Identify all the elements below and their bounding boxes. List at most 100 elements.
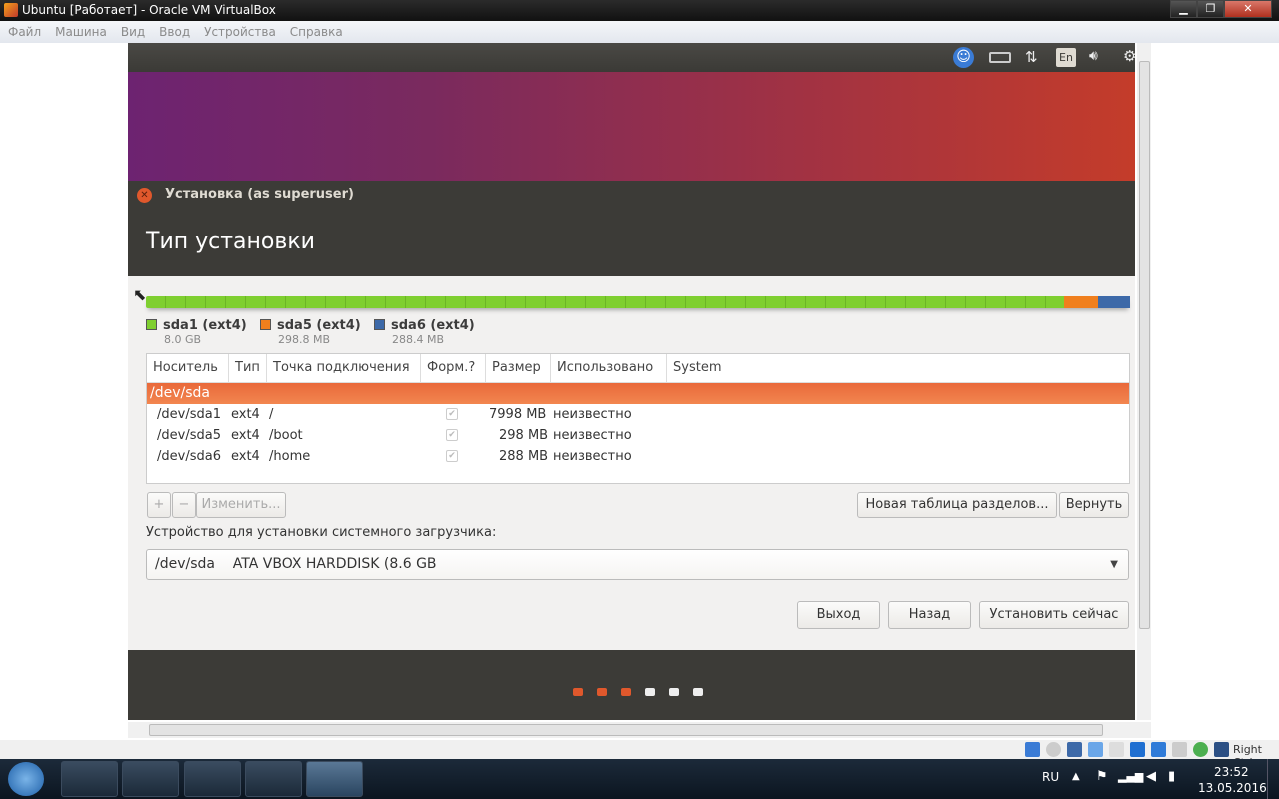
new-partition-table-button[interactable]: Новая таблица разделов...: [857, 492, 1057, 518]
cell-device: /dev/sda5: [157, 428, 221, 443]
table-row[interactable]: /dev/sda6 ext4/home ✔ 288 MB неизвестно: [147, 446, 1129, 467]
menu-view[interactable]: Вид: [121, 25, 145, 39]
quit-button[interactable]: Выход: [797, 601, 880, 629]
close-button[interactable]: ✕: [1224, 0, 1272, 18]
format-checkbox[interactable]: ✔: [446, 450, 458, 462]
bootloader-device-value: /dev/sda ATA VBOX HARDDISK (8.6 GB: [155, 556, 437, 572]
legend-sda5: sda5 (ext4) 298.8 MB: [260, 318, 361, 346]
mouse-integration-icon[interactable]: [1193, 742, 1208, 757]
menu-help[interactable]: Справка: [290, 25, 343, 39]
legend-label: sda1 (ext4): [163, 318, 247, 333]
add-partition-button[interactable]: +: [147, 492, 171, 518]
cell-size: 288 MB: [499, 449, 549, 464]
battery-icon[interactable]: [989, 52, 1011, 63]
legend-label: sda6 (ext4): [391, 318, 475, 333]
network-signal-icon[interactable]: ▂▄▆: [1118, 770, 1143, 783]
cell-mount: /boot: [269, 428, 303, 443]
column-header-type[interactable]: Тип: [229, 354, 267, 382]
legend-size: 298.8 MB: [278, 333, 331, 346]
chevron-down-icon: ▼: [1110, 559, 1118, 570]
column-header-size[interactable]: Размер: [486, 354, 551, 382]
format-checkbox[interactable]: ✔: [446, 408, 458, 420]
vertical-scroll-thumb[interactable]: [1139, 61, 1150, 629]
usb-icon[interactable]: [1088, 742, 1103, 757]
cell-type: ext4: [231, 407, 260, 422]
hard-disk-icon[interactable]: [1025, 742, 1040, 757]
taskbar-chrome[interactable]: [122, 761, 179, 797]
table-row[interactable]: /dev/sda5 ext4/boot ✔ 298 MB неизвестно: [147, 425, 1129, 446]
minimize-button[interactable]: ▁: [1170, 0, 1197, 18]
show-desktop-button[interactable]: [1267, 759, 1279, 799]
network-adapter-icon[interactable]: [1067, 742, 1082, 757]
legend-sda1: sda1 (ext4) 8.0 GB: [146, 318, 247, 346]
menu-machine[interactable]: Машина: [55, 25, 107, 39]
optical-drive-icon[interactable]: [1046, 742, 1061, 757]
network-icon[interactable]: ⇅: [1025, 48, 1038, 66]
cpu-icon[interactable]: [1172, 742, 1187, 757]
menu-devices[interactable]: Устройства: [204, 25, 276, 39]
mouse-cursor-icon: ⬉: [133, 285, 147, 304]
show-hidden-icons[interactable]: ▲: [1072, 771, 1080, 782]
back-button[interactable]: Назад: [888, 601, 971, 629]
legend-label: sda5 (ext4): [277, 318, 361, 333]
start-button[interactable]: [8, 762, 44, 796]
change-partition-button[interactable]: Изменить...: [196, 492, 286, 518]
windows-taskbar: RU ▲ ⚑ ▂▄▆ ◀ ▮ 23:52 13.05.2016: [0, 759, 1279, 799]
table-row[interactable]: /dev/sda1 ext4 / ✔ 7998 MB неизвестно: [147, 404, 1129, 425]
clock-date[interactable]: 13.05.2016: [1198, 781, 1267, 795]
column-header-used[interactable]: Использовано: [551, 354, 667, 382]
display-icon[interactable]: [1130, 742, 1145, 757]
speaker-icon[interactable]: ◀: [1146, 769, 1156, 784]
partition-segment-sda5: [1064, 296, 1098, 308]
cell-used: неизвестно: [553, 449, 632, 464]
vm-screen[interactable]: ☺ ⇅ En 🔊︎ ⚙ ✕ Установка (as superuser) Т…: [128, 43, 1135, 720]
dialog-close-button[interactable]: ✕: [137, 188, 152, 203]
progress-dot-done: [597, 688, 607, 696]
clock-time[interactable]: 23:52: [1214, 765, 1249, 779]
cell-used: неизвестно: [553, 407, 632, 422]
table-row-selected[interactable]: /dev/sda: [147, 383, 1129, 404]
menu-bar: Файл Машина Вид Ввод Устройства Справка: [0, 21, 1279, 43]
taskbar-virtualbox[interactable]: [306, 761, 363, 797]
partition-bar: [146, 296, 1130, 308]
shared-folders-icon[interactable]: [1109, 742, 1124, 757]
vm-status-bar: Right Ctrl: [0, 740, 1279, 769]
horizontal-scroll-thumb[interactable]: [149, 724, 1103, 736]
keyboard-capture-icon[interactable]: [1214, 742, 1229, 757]
taskbar-word[interactable]: [245, 761, 302, 797]
action-center-flag-icon[interactable]: ⚑: [1096, 769, 1108, 784]
cell-used: неизвестно: [553, 428, 632, 443]
horizontal-scrollbar[interactable]: [128, 722, 1151, 738]
accessibility-icon[interactable]: ☺: [953, 47, 974, 68]
taskbar-explorer[interactable]: [61, 761, 118, 797]
install-now-button[interactable]: Установить сейчас: [979, 601, 1129, 629]
column-header-format[interactable]: Форм.?: [421, 354, 486, 382]
volume-icon[interactable]: 🔊︎: [1089, 48, 1098, 64]
progress-dot-done: [573, 688, 583, 696]
menu-input[interactable]: Ввод: [159, 25, 190, 39]
video-capture-icon[interactable]: [1151, 742, 1166, 757]
partition-table[interactable]: Носитель Тип Точка подключения Форм.? Ра…: [146, 353, 1130, 484]
power-icon[interactable]: ▮: [1168, 769, 1175, 784]
column-header-device[interactable]: Носитель: [147, 354, 229, 382]
bootloader-device-select[interactable]: /dev/sda ATA VBOX HARDDISK (8.6 GB ▼: [146, 549, 1129, 580]
vertical-scrollbar[interactable]: [1137, 43, 1151, 720]
menu-file[interactable]: Файл: [8, 25, 41, 39]
progress-dot-pending: [693, 688, 703, 696]
taskbar-apps[interactable]: [184, 761, 241, 797]
remove-partition-button[interactable]: −: [172, 492, 196, 518]
bootloader-label: Устройство для установки системного загр…: [146, 525, 497, 540]
cell-mount: /home: [269, 449, 311, 464]
column-header-system[interactable]: System: [667, 354, 767, 382]
language-indicator[interactable]: RU: [1042, 770, 1059, 784]
keyboard-layout-indicator[interactable]: En: [1056, 48, 1076, 67]
window-title-bar: Ubuntu [Работает] - Oracle VM VirtualBox…: [0, 0, 1279, 21]
format-checkbox[interactable]: ✔: [446, 429, 458, 441]
settings-gear-icon[interactable]: ⚙: [1123, 47, 1135, 65]
dialog-title-bar: ✕ Установка (as superuser): [128, 181, 1135, 209]
ubuntu-top-panel: ☺ ⇅ En 🔊︎ ⚙: [128, 43, 1135, 72]
restore-button[interactable]: ❐: [1197, 0, 1224, 18]
revert-button[interactable]: Вернуть: [1059, 492, 1129, 518]
column-header-mount[interactable]: Точка подключения: [267, 354, 421, 382]
legend-swatch: [260, 319, 271, 330]
